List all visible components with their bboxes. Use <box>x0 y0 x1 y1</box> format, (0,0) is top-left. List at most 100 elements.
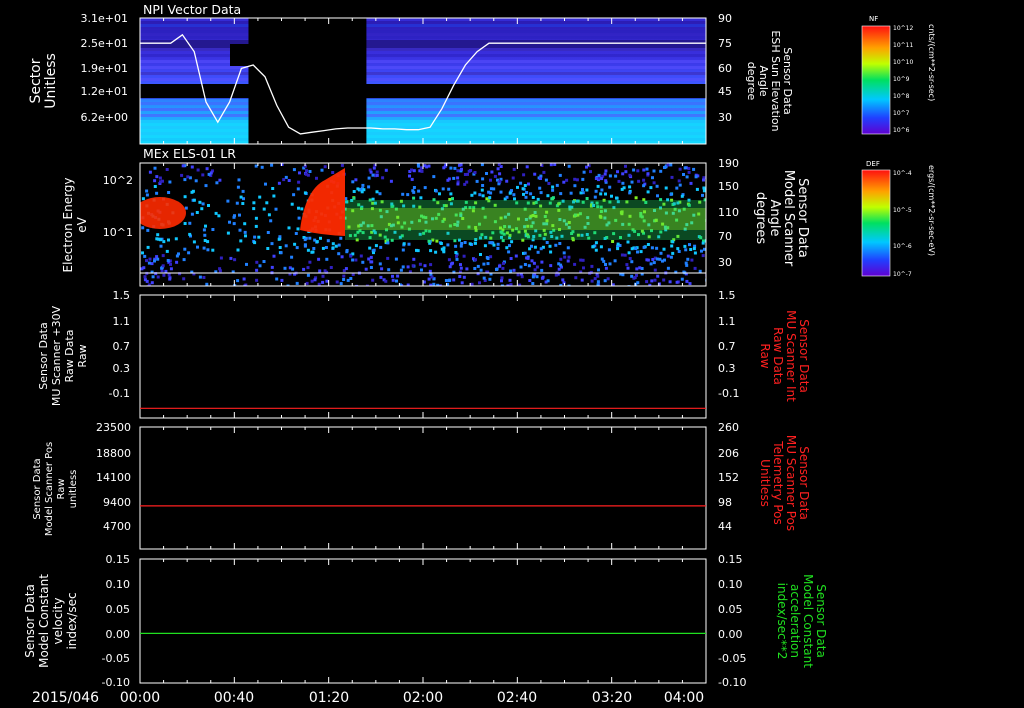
panel2-speckle <box>369 266 373 269</box>
panel2-speckle <box>638 266 642 270</box>
panel2-speckle <box>266 247 270 250</box>
panel2-speckle <box>473 241 477 245</box>
panel2-speckle <box>620 253 624 257</box>
panel2-speckle <box>539 247 543 251</box>
axis-label: velocity <box>51 598 65 645</box>
axis-label: index/sec <box>65 592 79 649</box>
panel2-speckle <box>147 261 151 265</box>
panel2-speckle <box>597 173 601 177</box>
panel2-speckle <box>666 266 670 270</box>
panel2-speckle <box>566 259 570 263</box>
panel2-speckle <box>429 249 433 253</box>
panel2-speckle <box>624 170 628 174</box>
panel2-speckle <box>482 276 486 280</box>
panel2-speckle <box>690 258 694 262</box>
panel2-speckle <box>369 170 373 174</box>
tick-label: 0.00 <box>106 628 131 641</box>
panel2-speckle <box>540 268 544 272</box>
panel2-speckle <box>486 262 490 266</box>
panel2-speckle <box>582 170 586 174</box>
panel2-speckle <box>293 242 297 246</box>
panel2-speckle <box>389 179 393 183</box>
panel5-left-ticks: 0.15 0.10 0.05 0.00 -0.05 -0.10 <box>102 553 130 689</box>
panel2-speckle <box>459 244 463 248</box>
panel2-speckle <box>155 175 159 179</box>
panel2-speckle <box>678 167 682 171</box>
panel2-speckle <box>669 163 673 167</box>
tick-label: -0.1 <box>718 387 739 400</box>
panel2-speckle <box>165 168 169 171</box>
panel2-speckle <box>539 177 542 180</box>
panel2-speckle <box>559 257 563 261</box>
time-tick: 04:00 <box>664 690 704 706</box>
panel2-speckle <box>551 196 555 200</box>
axis-label: Sector <box>28 58 44 103</box>
panel2-speckle <box>581 188 584 191</box>
panel2-speckle <box>305 281 309 285</box>
panel2-speckle <box>145 259 148 263</box>
panel2-speckle <box>305 169 308 173</box>
axis-label: MU Scanner +30V <box>50 305 63 406</box>
time-tick: 02:40 <box>497 690 537 706</box>
panel2-speckle <box>412 196 416 200</box>
panel2-speckle <box>600 188 604 192</box>
panel2-speckle <box>596 280 600 284</box>
panel2-speckle <box>566 246 570 250</box>
panel2-speckle <box>688 243 691 247</box>
panel2-speckle <box>447 258 451 262</box>
panel2-speckle <box>481 177 485 181</box>
axis-label: Model Scanner <box>781 170 796 267</box>
panel2-speckle <box>529 192 533 196</box>
panel1-top-band <box>140 40 706 48</box>
panel2-speckle <box>156 237 160 241</box>
panel2-speckle <box>233 214 236 218</box>
panel2-speckle <box>432 282 436 286</box>
panel2-speckle <box>150 262 154 266</box>
panel2-speckle <box>215 181 219 185</box>
panel2-speckle <box>244 234 247 238</box>
panel2-speckle <box>167 191 171 194</box>
panel2-speckle <box>378 192 382 196</box>
panel2-speckle <box>541 275 545 279</box>
panel2-speckle <box>521 187 525 191</box>
panel2-speckle <box>183 195 187 199</box>
panel2-speckle <box>653 268 657 272</box>
panel2-speckle <box>156 275 160 279</box>
panel2-speckle <box>680 277 684 281</box>
panel2-speckle <box>523 263 527 266</box>
axis-label: Sensor Data <box>797 446 811 520</box>
panel1-stripe <box>140 54 706 57</box>
panel2-speckle <box>561 278 565 282</box>
panel2-speckle <box>412 186 416 189</box>
panel2-speckle <box>428 269 432 273</box>
time-tick: 02:00 <box>403 690 443 706</box>
panel2-speckle <box>264 182 267 186</box>
panel2-speckle <box>483 244 487 248</box>
panel2-speckle <box>201 173 205 177</box>
panel2-speckle <box>427 277 431 281</box>
panel2-speckle <box>628 185 632 189</box>
panel2-speckle <box>292 193 296 197</box>
panel1-left-label: Sector Unitless <box>28 53 59 109</box>
tick-label: 1.5 <box>718 289 736 302</box>
panel2-speckle <box>462 275 466 279</box>
panel2-speckle <box>236 279 240 283</box>
panel2-speckle <box>692 247 696 251</box>
panel2-speckle <box>191 189 195 193</box>
tick-label: 10^9 <box>893 76 910 83</box>
panel2-speckle <box>269 219 273 223</box>
panel2-speckle <box>536 250 540 254</box>
panel1-stripe <box>140 102 706 105</box>
panel2-speckle <box>630 180 634 184</box>
panel2-speckle <box>646 190 650 194</box>
panel2-speckle <box>585 188 589 192</box>
panel2-speckle <box>206 248 210 252</box>
panel2-speckle <box>523 251 527 255</box>
panel2-speckle <box>487 190 491 194</box>
panel2-speckle <box>659 169 663 173</box>
panel2-speckle <box>241 202 245 205</box>
time-axis: 2015/046 00:00 00:40 01:20 02:00 02:40 0… <box>32 690 704 706</box>
panel2-speckle <box>384 168 388 172</box>
panel2-speckle <box>678 183 682 187</box>
panel5-right-ticks: 0.15 0.10 0.05 0.00 -0.05 -0.10 <box>718 553 746 689</box>
